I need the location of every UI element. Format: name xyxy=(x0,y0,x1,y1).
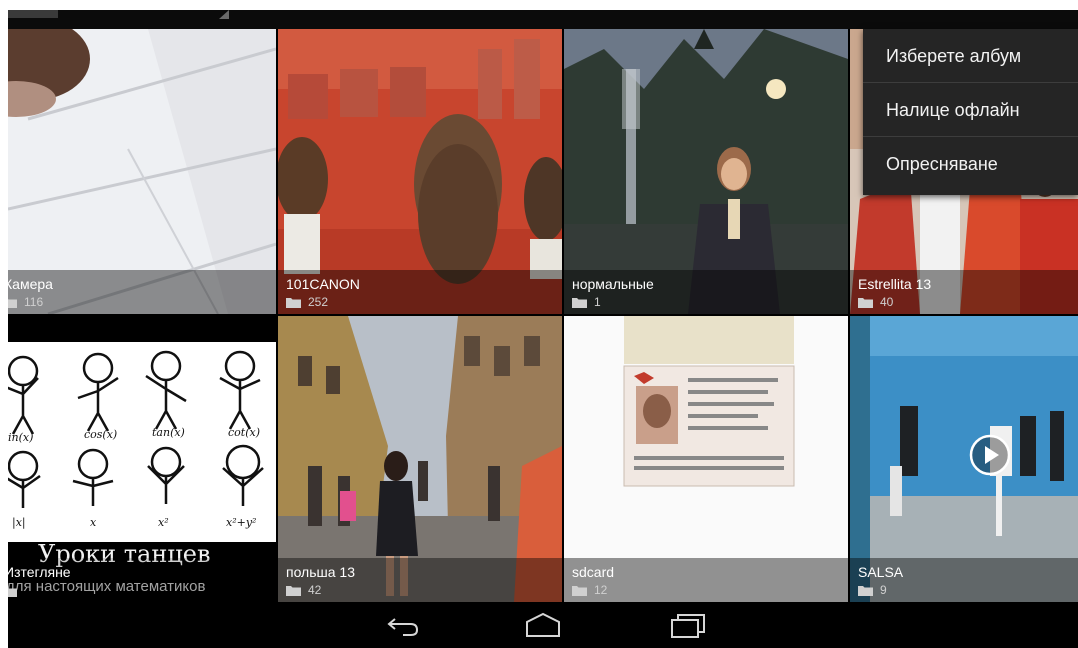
action-bar xyxy=(8,10,1078,29)
folder-icon xyxy=(858,585,873,596)
folder-icon xyxy=(572,297,587,308)
album-tile-salsa[interactable]: SALSA 9 xyxy=(850,316,1078,602)
home-icon xyxy=(526,612,560,637)
formula-label: cos(x) xyxy=(84,428,117,441)
album-count-row: 252 xyxy=(286,295,328,309)
home-button[interactable] xyxy=(513,607,573,643)
album-tile-downloads[interactable]: in(x) cos(x) tan(x) cot(x) |x| x x² x²+y… xyxy=(8,316,276,602)
gallery-screen: Камера 116 101CANON 252 нормальные 1 Est… xyxy=(8,10,1078,648)
folder-icon xyxy=(286,585,301,596)
folder-icon xyxy=(286,297,301,308)
album-count: 252 xyxy=(308,295,329,309)
formula-label: in(x) xyxy=(8,431,33,444)
folder-icon xyxy=(8,298,17,308)
formula-label: x²+y² xyxy=(226,516,256,529)
dropdown-corner-icon[interactable] xyxy=(213,10,229,19)
formula-label: tan(x) xyxy=(152,426,185,439)
album-tile-normalnye[interactable]: нормальные 1 xyxy=(564,29,848,314)
back-icon xyxy=(387,618,419,636)
recents-icon xyxy=(671,614,705,638)
album-tile-polsha[interactable]: польша 13 42 xyxy=(278,316,562,602)
album-count: 40 xyxy=(880,295,894,309)
album-name: польша 13 xyxy=(286,564,356,580)
menu-item-refresh[interactable]: Опресняване xyxy=(863,137,1078,191)
formula-label: |x| xyxy=(12,516,26,530)
album-tile-camera[interactable]: Камера 116 xyxy=(8,29,276,314)
folder-icon xyxy=(858,297,873,308)
album-count-row: 12 xyxy=(572,583,607,597)
album-label-bar: Изтегляне xyxy=(8,558,276,602)
album-name: нормальные xyxy=(572,276,654,292)
album-count-row: 116 xyxy=(8,295,43,309)
album-label-bar: нормальные 1 xyxy=(564,270,848,314)
folder-icon xyxy=(8,588,17,597)
album-count-row: 42 xyxy=(286,583,321,597)
album-label-bar: sdcard 12 xyxy=(564,558,848,602)
album-name: SALSA xyxy=(858,564,904,580)
back-button[interactable] xyxy=(373,607,433,643)
app-icon[interactable] xyxy=(8,10,58,18)
album-label-bar: Estrellita 13 40 xyxy=(850,270,1078,314)
album-name: sdcard xyxy=(572,564,615,580)
formula-label: cot(x) xyxy=(228,426,260,439)
play-icon[interactable] xyxy=(968,433,1012,477)
album-count: 1 xyxy=(594,295,601,309)
formula-label: x² xyxy=(158,516,169,529)
album-label-bar: Камера 116 xyxy=(8,270,276,314)
album-count: 42 xyxy=(308,583,322,597)
album-label-bar: 101CANON 252 xyxy=(278,270,562,314)
album-name: Камера xyxy=(8,276,53,292)
album-label-bar: польша 13 42 xyxy=(278,558,562,602)
album-count-row: 9 xyxy=(858,583,887,597)
album-name: Estrellita 13 xyxy=(858,276,932,292)
album-count-row: 1 xyxy=(572,295,601,309)
overflow-menu: Изберете албум Налице офлайн Опресняване xyxy=(863,29,1078,195)
album-tile-sdcard[interactable]: sdcard 12 xyxy=(564,316,848,602)
recents-button[interactable] xyxy=(658,607,718,643)
album-count: 116 xyxy=(24,295,44,309)
album-count-row: 40 xyxy=(858,295,893,309)
album-tile-101canon[interactable]: 101CANON 252 xyxy=(278,29,562,314)
folder-icon xyxy=(572,585,587,596)
album-name: Изтегляне xyxy=(8,564,71,580)
album-name: 101CANON xyxy=(286,276,360,292)
formula-label: x xyxy=(90,516,97,529)
album-count-row xyxy=(8,586,24,597)
menu-item-select-album[interactable]: Изберете албум xyxy=(863,29,1078,83)
album-count: 12 xyxy=(594,583,608,597)
album-count: 9 xyxy=(880,583,887,597)
album-label-bar: SALSA 9 xyxy=(850,558,1078,602)
navigation-bar xyxy=(8,602,1078,648)
menu-item-available-offline[interactable]: Налице офлайн xyxy=(863,83,1078,137)
